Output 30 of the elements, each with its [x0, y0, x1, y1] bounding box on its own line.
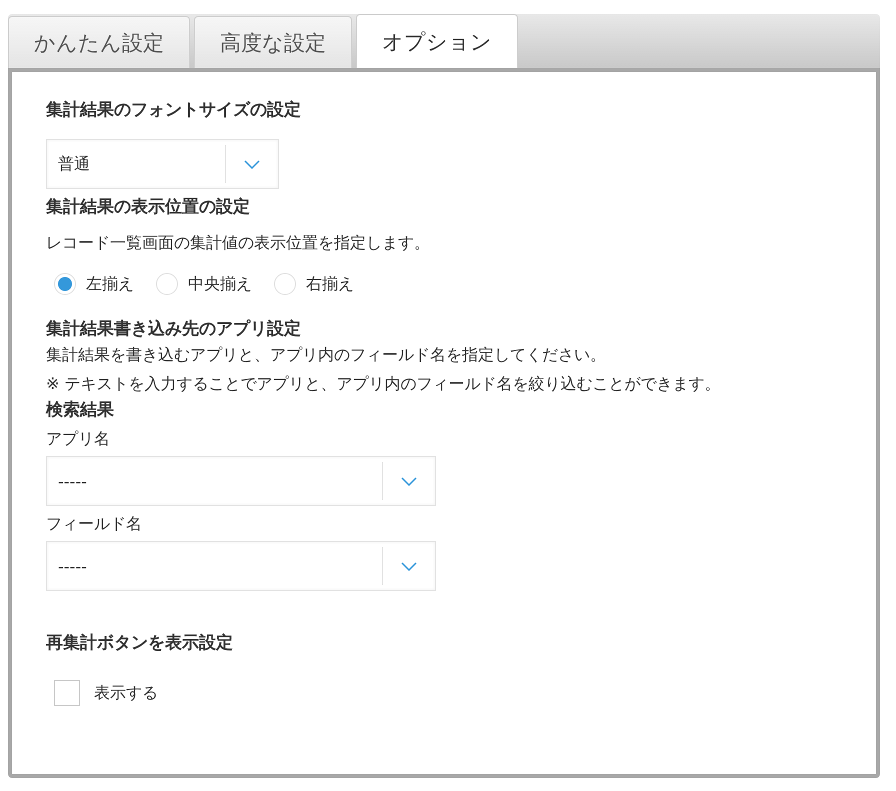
radio-label: 右揃え — [306, 274, 354, 294]
chevron-down-icon — [401, 476, 417, 486]
field-label: フィールド名 — [46, 514, 143, 535]
chevron-down-icon — [244, 160, 260, 168]
radio-label: 中央揃え — [188, 274, 252, 294]
select-field[interactable]: 普通 — [46, 139, 279, 189]
checkbox[interactable] — [54, 680, 80, 706]
tab[interactable]: かんたん設定 — [8, 16, 190, 68]
field-label: アプリ名 — [46, 429, 111, 450]
description-text: 集計結果を書き込むアプリと、アプリ内のフィールド名を指定してください。 — [46, 344, 607, 366]
checkbox-label: 表示する — [94, 682, 158, 704]
description-text: ※ テキストを入力することでアプリと、アプリ内のフィールド名を絞り込むことができます。 — [46, 373, 722, 395]
section-heading: 集計結果のフォントサイズの設定 — [46, 99, 302, 121]
select-field[interactable]: ----- — [46, 541, 436, 591]
tab[interactable]: オプション — [356, 14, 518, 68]
radio-button[interactable] — [274, 273, 296, 295]
radio-option[interactable]: 左揃え — [54, 273, 134, 295]
tab[interactable]: 高度な設定 — [194, 16, 352, 68]
radio-option[interactable]: 中央揃え — [156, 273, 252, 295]
radio-button[interactable] — [156, 273, 178, 295]
section-heading: 検索結果 — [46, 399, 115, 421]
section-heading: 集計結果の表示位置の設定 — [46, 196, 251, 218]
section-heading: 集計結果書き込み先のアプリ設定 — [46, 318, 302, 340]
radio-label: 左揃え — [86, 274, 134, 294]
chevron-down-icon — [401, 562, 417, 570]
radio-button[interactable] — [54, 273, 76, 295]
description-text: レコード一覧画面の集計値の表示位置を指定します。 — [46, 232, 431, 254]
section-heading: 再集計ボタンを表示設定 — [46, 632, 234, 654]
radio-option[interactable]: 右揃え — [274, 273, 354, 295]
select-field[interactable]: ----- — [46, 456, 436, 506]
